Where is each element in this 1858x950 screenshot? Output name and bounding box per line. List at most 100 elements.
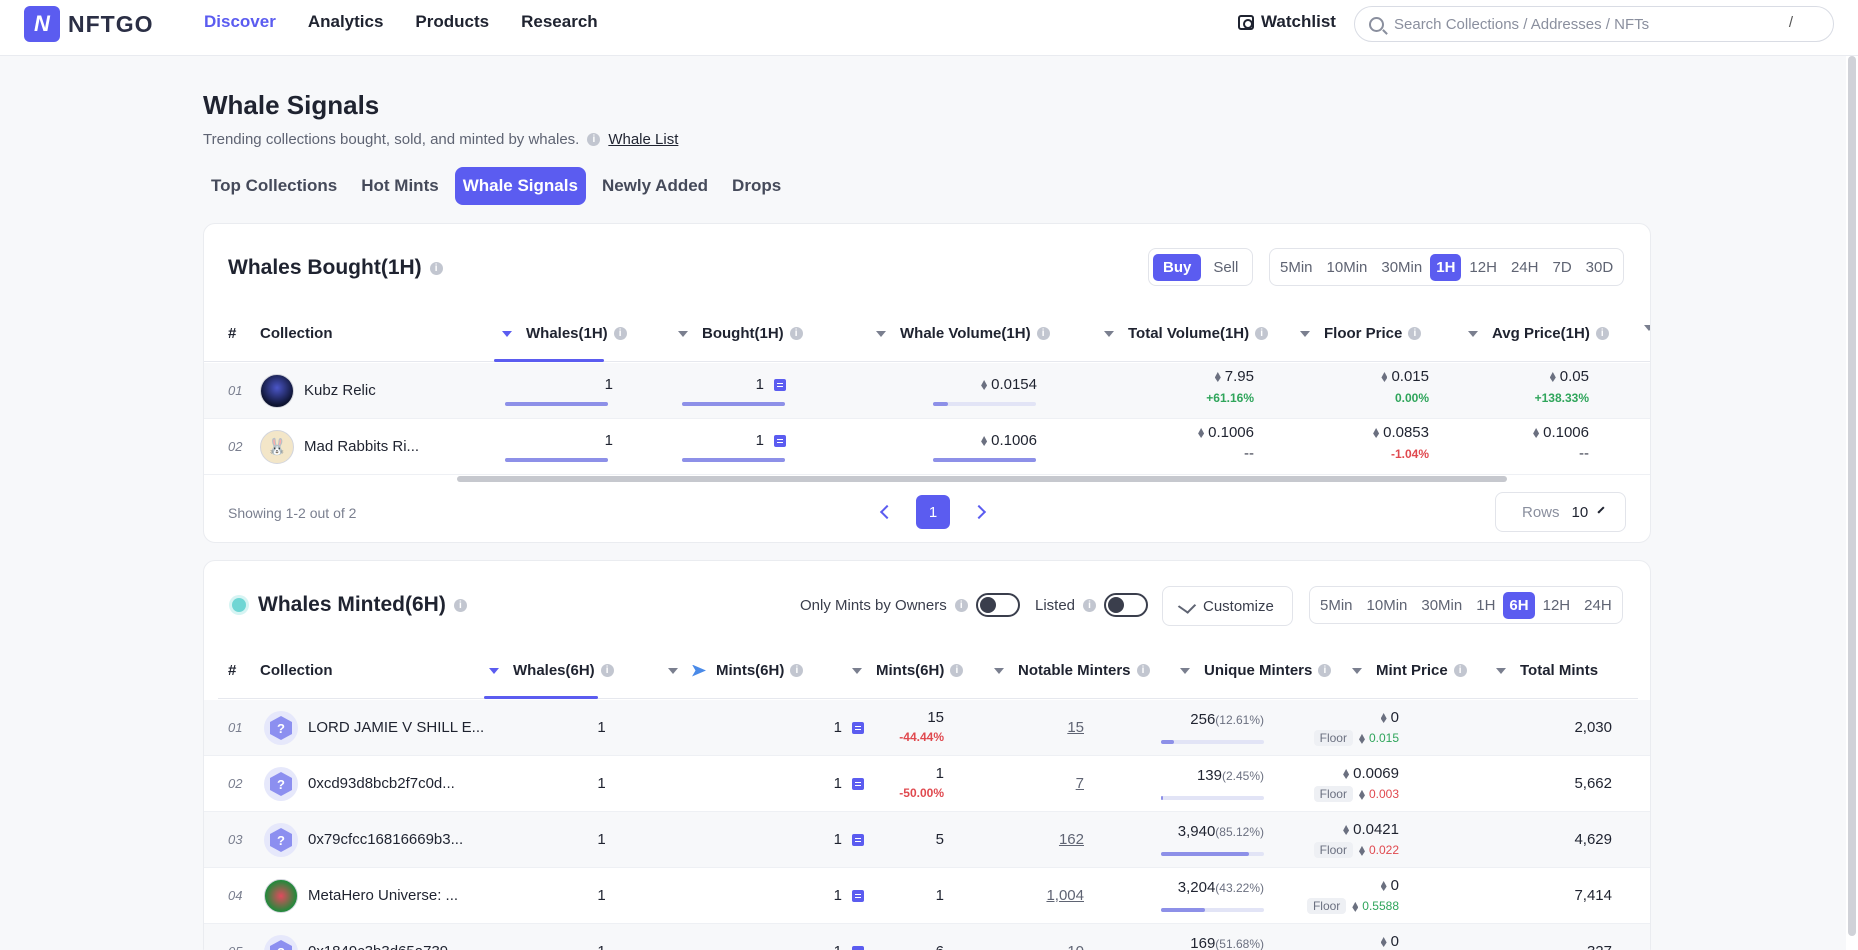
info-icon[interactable]: i	[1255, 327, 1269, 340]
table-row[interactable]: 03? 0x79cfcc16816669b3... 1 1 5 162 3,940(85.1…	[204, 812, 1650, 868]
range-12h[interactable]: 12H	[1537, 592, 1577, 619]
range-1h[interactable]: 1H	[1430, 253, 1462, 281]
info-icon[interactable]: i	[1083, 598, 1097, 612]
info-icon[interactable]: i	[429, 261, 443, 275]
collection-name[interactable]: 0xcd93d8bcb2f7c0d...	[308, 775, 455, 792]
notable-minters-link[interactable]: 10	[984, 943, 1084, 950]
col-mints[interactable]: Mints(6H) i	[852, 662, 964, 679]
nav-products[interactable]: Products	[415, 12, 489, 32]
info-icon[interactable]: i	[1595, 327, 1609, 340]
col-collection[interactable]: Collection	[260, 662, 333, 679]
col-whale-mints[interactable]: Mints(6H) i	[668, 662, 804, 679]
col-more[interactable]	[1644, 325, 1650, 331]
info-icon[interactable]: i	[1318, 664, 1332, 677]
info-icon[interactable]: i	[954, 598, 968, 612]
range-7d[interactable]: 7D	[1546, 254, 1577, 281]
tab-hot-mints[interactable]: Hot Mints	[353, 167, 446, 205]
collection-name[interactable]: LORD JAMIE V SHILL E...	[308, 719, 484, 736]
watchlist-button[interactable]: Watchlist	[1238, 12, 1336, 32]
page-scrollbar-thumb[interactable]	[1848, 56, 1856, 936]
range-1h[interactable]: 1H	[1470, 592, 1501, 619]
search-input[interactable]: Search Collections / Addresses / NFTs /	[1354, 6, 1834, 42]
collection-name[interactable]: Kubz Relic	[304, 382, 376, 399]
page-scrollbar[interactable]	[1846, 56, 1858, 950]
collection-avatar[interactable]: ?	[264, 711, 298, 745]
collection-avatar[interactable]: ?	[264, 935, 298, 950]
collection-avatar[interactable]: ?	[264, 767, 298, 801]
col-whales[interactable]: Whales(1H) i	[502, 325, 627, 342]
collection-avatar[interactable]	[264, 879, 298, 913]
info-icon[interactable]: i	[950, 664, 964, 677]
rows-per-page-select[interactable]: Rows 10	[1495, 492, 1626, 532]
col-avg-price[interactable]: Avg Price(1H) i	[1468, 325, 1609, 342]
info-icon[interactable]: i	[613, 327, 627, 340]
doc-icon[interactable]	[774, 379, 786, 392]
table-row[interactable]: 01 Kubz Relic 1 1 0.0154 7.95 +61.16% 0.…	[204, 363, 1650, 419]
notable-minters-link[interactable]: 7	[984, 775, 1084, 792]
whale-list-link[interactable]: Whale List	[608, 131, 678, 148]
table-row[interactable]: 02? 0xcd93d8bcb2f7c0d... 1 1 1 -50.00% 7 139(2.…	[204, 756, 1650, 812]
range-5min[interactable]: 5Min	[1274, 254, 1319, 281]
col-unique-minters[interactable]: Unique Minters i	[1180, 662, 1332, 679]
prev-page-icon[interactable]	[879, 504, 895, 520]
notable-minters-link[interactable]: 162	[984, 831, 1084, 848]
table-row[interactable]: 04 MetaHero Universe: ... 1 1 1 1,004 3,204(43…	[204, 868, 1650, 924]
range-30min[interactable]: 30Min	[1415, 592, 1468, 619]
sell-option[interactable]: Sell	[1203, 254, 1248, 281]
range-10min[interactable]: 10Min	[1361, 592, 1414, 619]
col-floor-price[interactable]: Floor Price i	[1300, 325, 1422, 342]
collection-name[interactable]: MetaHero Universe: ...	[308, 887, 458, 904]
range-12h[interactable]: 12H	[1463, 254, 1503, 281]
info-icon[interactable]: i	[1453, 664, 1467, 677]
range-30min[interactable]: 30Min	[1375, 254, 1428, 281]
nav-research[interactable]: Research	[521, 12, 598, 32]
info-icon[interactable]: i	[1036, 327, 1050, 340]
col-bought[interactable]: Bought(1H) i	[678, 325, 803, 342]
collection-name[interactable]: Mad Rabbits Ri...	[304, 438, 419, 455]
info-icon[interactable]: i	[453, 598, 467, 612]
range-30d[interactable]: 30D	[1580, 254, 1620, 281]
tab-newly-added[interactable]: Newly Added	[594, 167, 716, 205]
range-10min[interactable]: 10Min	[1321, 254, 1374, 281]
tab-whale-signals[interactable]: Whale Signals	[454, 167, 586, 205]
table-row[interactable]: 05?0x1849c3b3d65a739...11610169(51.68%)0…	[204, 924, 1650, 950]
collection-name[interactable]: 0x79cfcc16816669b3...	[308, 831, 463, 848]
col-whale-volume[interactable]: Whale Volume(1H) i	[876, 325, 1050, 342]
info-icon[interactable]: i	[789, 327, 803, 340]
range-5min[interactable]: 5Min	[1314, 592, 1359, 619]
range-6h[interactable]: 6H	[1503, 591, 1535, 619]
table-row[interactable]: 01? LORD JAMIE V SHILL E... 1 1 15 -44.44% 15 2…	[204, 700, 1650, 756]
tab-drops[interactable]: Drops	[724, 167, 789, 205]
info-icon[interactable]: i	[587, 133, 601, 146]
col-collection[interactable]: Collection	[260, 325, 333, 342]
tab-top-collections[interactable]: Top Collections	[203, 167, 345, 205]
range-24h[interactable]: 24H	[1505, 254, 1545, 281]
next-page-icon[interactable]	[971, 504, 987, 520]
info-icon[interactable]: i	[600, 664, 614, 677]
col-total-mints[interactable]: Total Mints	[1496, 662, 1598, 679]
collection-avatar[interactable]	[260, 374, 294, 408]
collection-name[interactable]: 0x1849c3b3d65a739...	[308, 943, 461, 950]
notable-minters-link[interactable]: 15	[984, 719, 1084, 736]
buy-option[interactable]: Buy	[1153, 253, 1202, 281]
nftgo-logo[interactable]: N NFTGO	[24, 6, 154, 42]
range-24h[interactable]: 24H	[1578, 592, 1618, 619]
nav-analytics[interactable]: Analytics	[308, 12, 384, 32]
info-icon[interactable]: i	[790, 664, 804, 677]
nav-discover[interactable]: Discover	[204, 12, 276, 32]
page-button[interactable]: 1	[916, 495, 950, 529]
only-mints-by-owners-toggle[interactable]	[975, 593, 1020, 617]
listed-toggle[interactable]	[1104, 593, 1149, 617]
collection-avatar[interactable]: 🐰	[260, 430, 294, 464]
collection-avatar[interactable]: ?	[264, 823, 298, 857]
customize-button[interactable]: Customize	[1162, 586, 1293, 626]
doc-icon[interactable]	[774, 435, 786, 448]
col-notable-minters[interactable]: Notable Minters i	[994, 662, 1150, 679]
col-whales[interactable]: Whales(6H) i	[489, 662, 614, 679]
col-total-volume[interactable]: Total Volume(1H) i	[1104, 325, 1269, 342]
info-icon[interactable]: i	[1408, 327, 1422, 340]
col-mint-price[interactable]: Mint Price i	[1352, 662, 1467, 679]
table-horizontal-scrollbar[interactable]	[457, 476, 1507, 482]
table-row[interactable]: 02 🐰 Mad Rabbits Ri... 1 1 0.1006 0.1006…	[204, 419, 1650, 475]
info-icon[interactable]: i	[1136, 664, 1150, 677]
